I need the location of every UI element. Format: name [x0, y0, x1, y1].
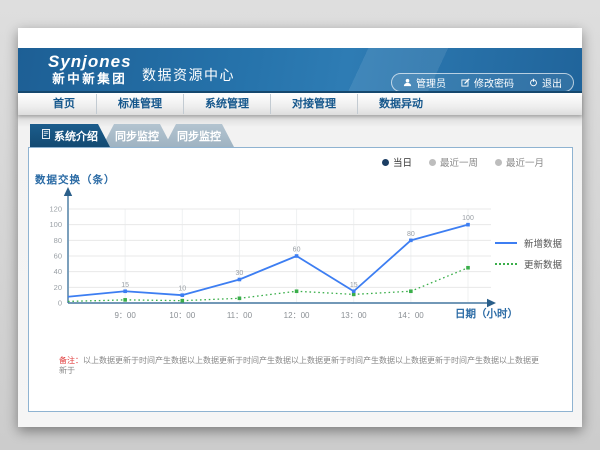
logo: Synjones 新中新集团	[48, 53, 132, 86]
x-tick-label: 11：00	[227, 311, 253, 320]
change-password-label: 修改密码	[474, 75, 514, 90]
data-point-label: 30	[236, 270, 244, 277]
legend-label: 更新数据	[524, 257, 562, 271]
app-header: Synjones 新中新集团 数据资源中心 管理员 修改密码 退出	[18, 48, 582, 93]
footnote: 备注：以上数据更新于时间产生数据以上数据更新于时间产生数据以上数据更新于时间产生…	[59, 356, 541, 377]
data-point-label: 80	[407, 231, 415, 238]
legend-item-update-data[interactable]: 更新数据	[495, 253, 562, 274]
y-tick-label: 80	[54, 236, 62, 245]
chart-legend: 新增数据 更新数据	[495, 232, 562, 274]
footnote-label: 备注：	[59, 356, 83, 365]
x-tick-label: 13：00	[341, 311, 367, 320]
user-icon	[403, 78, 412, 87]
solid-line-swatch-icon	[495, 242, 517, 244]
data-point	[409, 289, 413, 293]
tab-system-intro[interactable]: 系统介绍	[30, 124, 110, 147]
dotted-line-swatch-icon	[495, 263, 517, 265]
nav-item-interface-mgmt[interactable]: 对接管理	[270, 94, 357, 114]
data-point	[466, 223, 470, 227]
user-button[interactable]: 管理员	[403, 75, 446, 90]
y-tick-label: 100	[49, 220, 62, 229]
y-tick-label: 120	[49, 205, 62, 214]
x-tick-label: 14：00	[398, 311, 424, 320]
data-point-label: 10	[178, 286, 186, 293]
legend-item-new-data[interactable]: 新增数据	[495, 232, 562, 253]
tab-label: 同步监控	[177, 128, 221, 144]
x-tick-label: 12：00	[284, 311, 310, 320]
data-point	[238, 297, 242, 301]
user-menu: 管理员 修改密码 退出	[391, 73, 574, 92]
data-point	[409, 239, 413, 243]
logout-button[interactable]: 退出	[529, 75, 562, 90]
y-tick-label: 60	[54, 252, 62, 261]
main-nav: 首页 标准管理 系统管理 对接管理 数据异动	[18, 93, 582, 115]
y-tick-label: 0	[58, 299, 62, 308]
data-point	[466, 266, 470, 270]
tab-label: 同步监控	[115, 128, 159, 144]
tab-sync-monitor-2[interactable]: 同步监控	[164, 124, 234, 147]
footnote-text: 以上数据更新于时间产生数据以上数据更新于时间产生数据以上数据更新于时间产生数据以…	[59, 356, 539, 375]
nav-item-data-change[interactable]: 数据异动	[357, 94, 444, 114]
x-tick-label: 9：00	[114, 311, 136, 320]
tab-sync-monitor-1[interactable]: 同步监控	[102, 124, 172, 147]
tab-bar: 系统介绍 同步监控 同步监控	[30, 124, 234, 147]
y-tick-label: 40	[54, 267, 62, 276]
y-axis-arrow-icon	[64, 187, 72, 196]
brand-name: Synjones	[48, 53, 132, 72]
data-point	[180, 293, 184, 297]
x-axis-title: 日期（小时）	[455, 306, 518, 321]
tab-label: 系统介绍	[54, 128, 98, 144]
data-point	[352, 293, 356, 297]
chart-panel: 当日 最近一周 最近一月 数据交换（条） 0204060801001209：00…	[28, 147, 573, 412]
logout-label: 退出	[542, 75, 562, 90]
nav-item-system-mgmt[interactable]: 系统管理	[183, 94, 270, 114]
data-point-label: 60	[293, 247, 301, 254]
y-tick-label: 20	[54, 283, 62, 292]
data-point	[238, 278, 242, 282]
nav-item-standard-mgmt[interactable]: 标准管理	[96, 94, 183, 114]
data-point	[295, 254, 299, 258]
edit-icon	[461, 78, 470, 87]
data-point-label: 15	[121, 282, 129, 289]
nav-item-home[interactable]: 首页	[32, 94, 96, 114]
data-point	[123, 289, 127, 293]
data-point-label: 15	[350, 282, 358, 289]
x-tick-label: 10：00	[169, 311, 195, 320]
browser-page: Synjones 新中新集团 数据资源中心 管理员 修改密码 退出 首页 标准管…	[18, 28, 582, 427]
data-point-label: 100	[462, 215, 474, 222]
legend-label: 新增数据	[524, 236, 562, 250]
user-label: 管理员	[416, 75, 446, 90]
data-point	[352, 289, 356, 293]
power-icon	[529, 78, 538, 87]
change-password-button[interactable]: 修改密码	[461, 75, 514, 90]
data-point	[295, 289, 299, 293]
app-title: 数据资源中心	[142, 65, 235, 85]
data-point	[180, 299, 184, 303]
data-point	[123, 298, 127, 302]
document-icon	[42, 129, 50, 142]
company-name: 新中新集团	[48, 73, 132, 87]
